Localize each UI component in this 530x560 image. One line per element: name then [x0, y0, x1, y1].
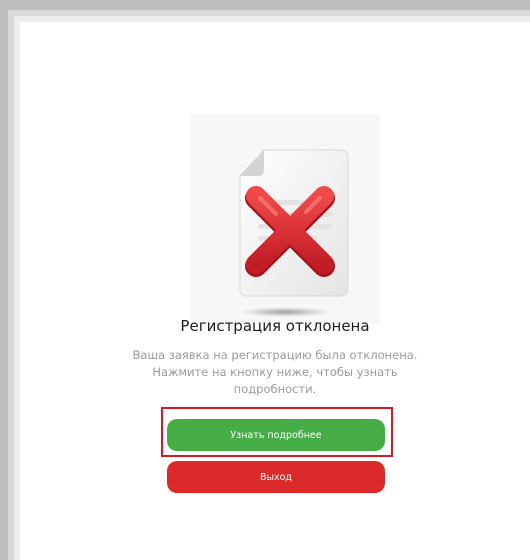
learn-more-button[interactable]: Узнать подробнее — [167, 419, 385, 451]
screenshot-frame: Регистрация отклонена Ваша заявка на рег… — [0, 0, 530, 560]
dialog-description: Ваша заявка на регистрацию была отклонен… — [132, 348, 418, 396]
illustration-shadow — [240, 307, 330, 317]
registration-rejected-dialog: Регистрация отклонена Ваша заявка на рег… — [20, 22, 530, 560]
dialog-title: Регистрация отклонена — [180, 317, 370, 335]
document-rejected-icon — [239, 149, 349, 297]
exit-button[interactable]: Выход — [167, 461, 385, 493]
illustration — [190, 114, 380, 324]
